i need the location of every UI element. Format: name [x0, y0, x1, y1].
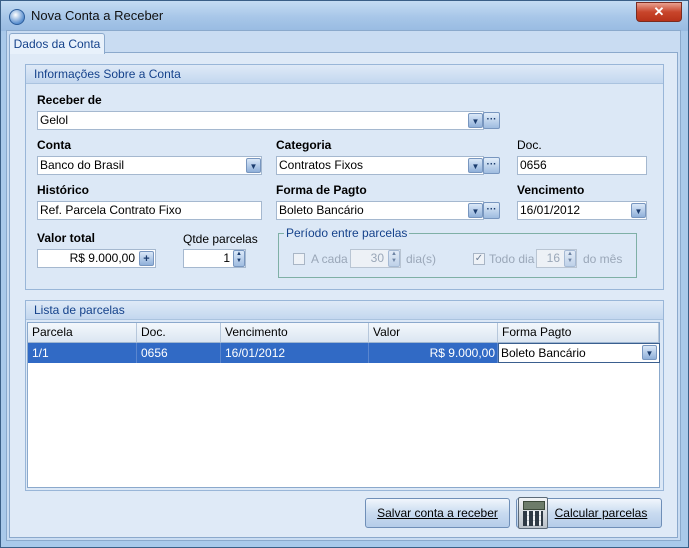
app-icon: [9, 9, 25, 25]
parcelas-group-header: Lista de parcelas: [26, 301, 663, 320]
a-cada-checkbox[interactable]: [293, 253, 305, 265]
column-header-vencimento[interactable]: Vencimento: [221, 323, 369, 343]
forma-pagto-dropdown-icon[interactable]: ▼: [468, 203, 483, 218]
periodo-legend: Período entre parcelas: [284, 226, 410, 240]
cell-forma-pagto-dropdown-icon[interactable]: ▼: [642, 345, 657, 360]
column-header-forma-pagto[interactable]: Forma Pagto: [498, 323, 659, 343]
doc-input[interactable]: 0656: [517, 156, 647, 175]
categoria-dropdown-icon[interactable]: ▼: [468, 158, 483, 173]
receber-de-dropdown-icon[interactable]: ▼: [468, 113, 483, 128]
receber-de-combo[interactable]: Gelol: [37, 111, 484, 130]
window-title: Nova Conta a Receber: [31, 8, 164, 23]
column-header-parcela[interactable]: Parcela: [28, 323, 137, 343]
info-group-header: Informações Sobre a Conta: [26, 65, 663, 84]
spin-down-icon[interactable]: ▼: [234, 258, 244, 265]
todo-dia-checkbox[interactable]: ✓: [473, 253, 485, 265]
todo-dia-unit-label: do mês: [583, 252, 623, 266]
column-header-doc[interactable]: Doc.: [137, 323, 221, 343]
a-cada-label: A cada: [311, 252, 348, 266]
cell-doc[interactable]: 0656: [137, 343, 221, 363]
qtde-parcelas-label: Qtde parcelas: [183, 232, 258, 246]
parcelas-grid[interactable]: Parcela Doc. Vencimento Valor Forma Pagt…: [27, 322, 660, 488]
column-header-valor[interactable]: Valor: [369, 323, 498, 343]
spin-down-icon[interactable]: ▼: [565, 258, 575, 265]
valor-total-plus-icon[interactable]: +: [139, 251, 154, 266]
spin-up-icon[interactable]: ▲: [565, 251, 575, 258]
vencimento-dropdown-icon[interactable]: ▼: [631, 203, 646, 218]
forma-pagto-label: Forma de Pagto: [276, 183, 367, 197]
calculator-icon: [518, 497, 548, 529]
cell-vencimento[interactable]: 16/01/2012: [221, 343, 369, 363]
categoria-combo[interactable]: Contratos Fixos: [276, 156, 484, 175]
forma-pagto-browse-button[interactable]: ···: [483, 202, 500, 219]
historico-input[interactable]: Ref. Parcela Contrato Fixo: [37, 201, 262, 220]
receber-de-label: Receber de: [37, 93, 102, 107]
conta-combo[interactable]: Banco do Brasil: [37, 156, 262, 175]
cell-valor[interactable]: R$ 9.000,00: [369, 343, 498, 363]
conta-dropdown-icon[interactable]: ▼: [246, 158, 261, 173]
categoria-label: Categoria: [276, 138, 332, 152]
conta-label: Conta: [37, 138, 71, 152]
todo-dia-label: Todo dia: [489, 252, 535, 266]
valor-total-label: Valor total: [37, 231, 96, 245]
spin-up-icon[interactable]: ▲: [389, 251, 399, 258]
a-cada-unit-label: dia(s): [406, 252, 437, 266]
categoria-browse-button[interactable]: ···: [483, 157, 500, 174]
spin-down-icon[interactable]: ▼: [389, 258, 399, 265]
vencimento-date-picker[interactable]: 16/01/2012: [517, 201, 647, 220]
qtde-parcelas-spinner[interactable]: ▲ ▼: [233, 250, 245, 267]
cell-parcela[interactable]: 1/1: [28, 343, 137, 363]
salvar-button[interactable]: Salvar conta a receber: [365, 498, 510, 528]
spin-up-icon[interactable]: ▲: [234, 251, 244, 258]
todo-dia-spinner[interactable]: ▲ ▼: [564, 250, 576, 267]
historico-label: Histórico: [37, 183, 90, 197]
tab-dados-da-conta[interactable]: Dados da Conta: [9, 33, 105, 54]
receber-de-browse-button[interactable]: ···: [483, 112, 500, 129]
vencimento-label: Vencimento: [517, 183, 585, 197]
forma-pagto-combo[interactable]: Boleto Bancário: [276, 201, 484, 220]
title-bar[interactable]: Nova Conta a Receber ✕: [1, 1, 688, 31]
doc-label: Doc.: [517, 138, 542, 152]
cell-forma-pagto-combo[interactable]: Boleto Bancário: [498, 343, 660, 363]
close-button[interactable]: ✕: [636, 2, 682, 22]
a-cada-spinner[interactable]: ▲ ▼: [388, 250, 400, 267]
